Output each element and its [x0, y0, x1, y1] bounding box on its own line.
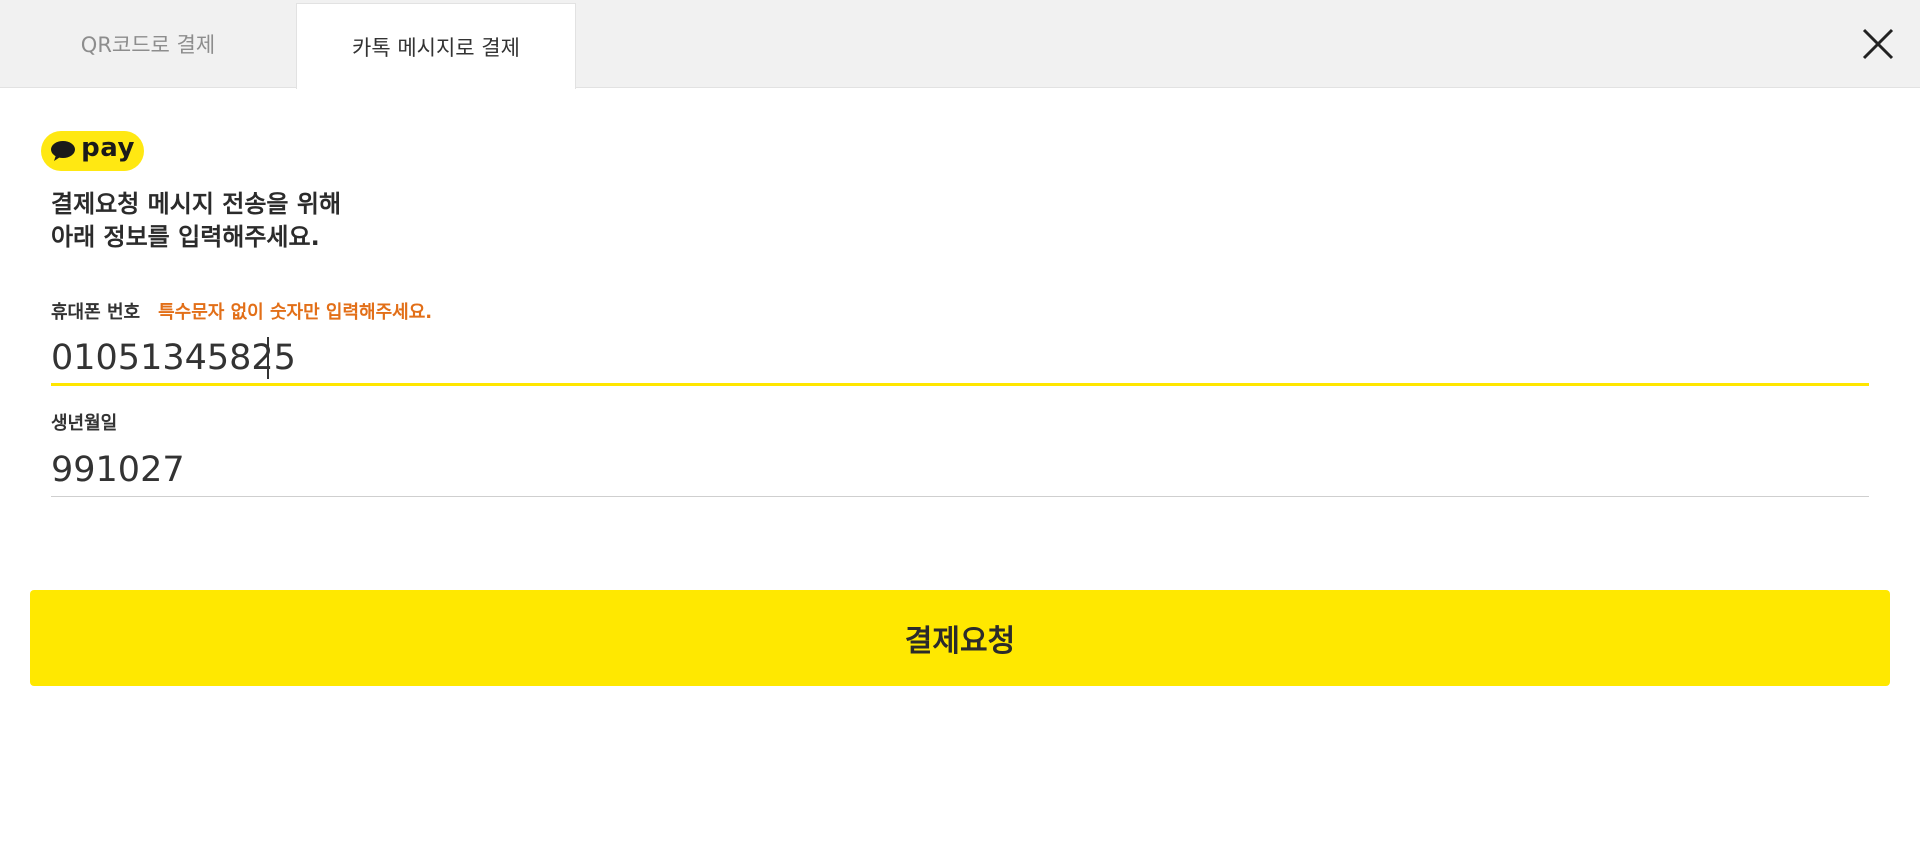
birth-label-row: 생년월일	[51, 409, 117, 435]
instruction-line-1: 결제요청 메시지 전송을 위해	[51, 190, 342, 218]
kakaopay-logo: pay	[41, 131, 144, 171]
close-icon	[1862, 28, 1894, 60]
instruction-heading: 결제요청 메시지 전송을 위해 아래 정보를 입력해주세요.	[51, 188, 341, 254]
phone-number-input[interactable]	[51, 333, 1869, 383]
text-caret	[267, 337, 269, 379]
tab-qr-payment[interactable]: QR코드로 결제	[0, 0, 296, 88]
phone-hint: 특수문자 없이 숫자만 입력해주세요.	[158, 302, 433, 323]
tab-kakaotalk-message-payment[interactable]: 카톡 메시지로 결제	[296, 3, 576, 89]
tab-bar: QR코드로 결제 카톡 메시지로 결제	[0, 0, 1920, 89]
payment-request-button[interactable]: 결제요청	[30, 590, 1890, 686]
close-button[interactable]	[1856, 22, 1900, 66]
phone-label-row: 휴대폰 번호 특수문자 없이 숫자만 입력해주세요.	[51, 298, 432, 324]
phone-label: 휴대폰 번호	[51, 302, 141, 323]
instruction-line-2: 아래 정보를 입력해주세요.	[51, 223, 320, 251]
phone-input-underline	[51, 383, 1869, 386]
speech-bubble-icon	[51, 141, 76, 161]
pay-logo-text: pay	[81, 133, 135, 163]
birth-label: 생년월일	[51, 413, 118, 434]
birthdate-input[interactable]	[51, 445, 1869, 495]
birth-input-underline	[51, 496, 1869, 497]
